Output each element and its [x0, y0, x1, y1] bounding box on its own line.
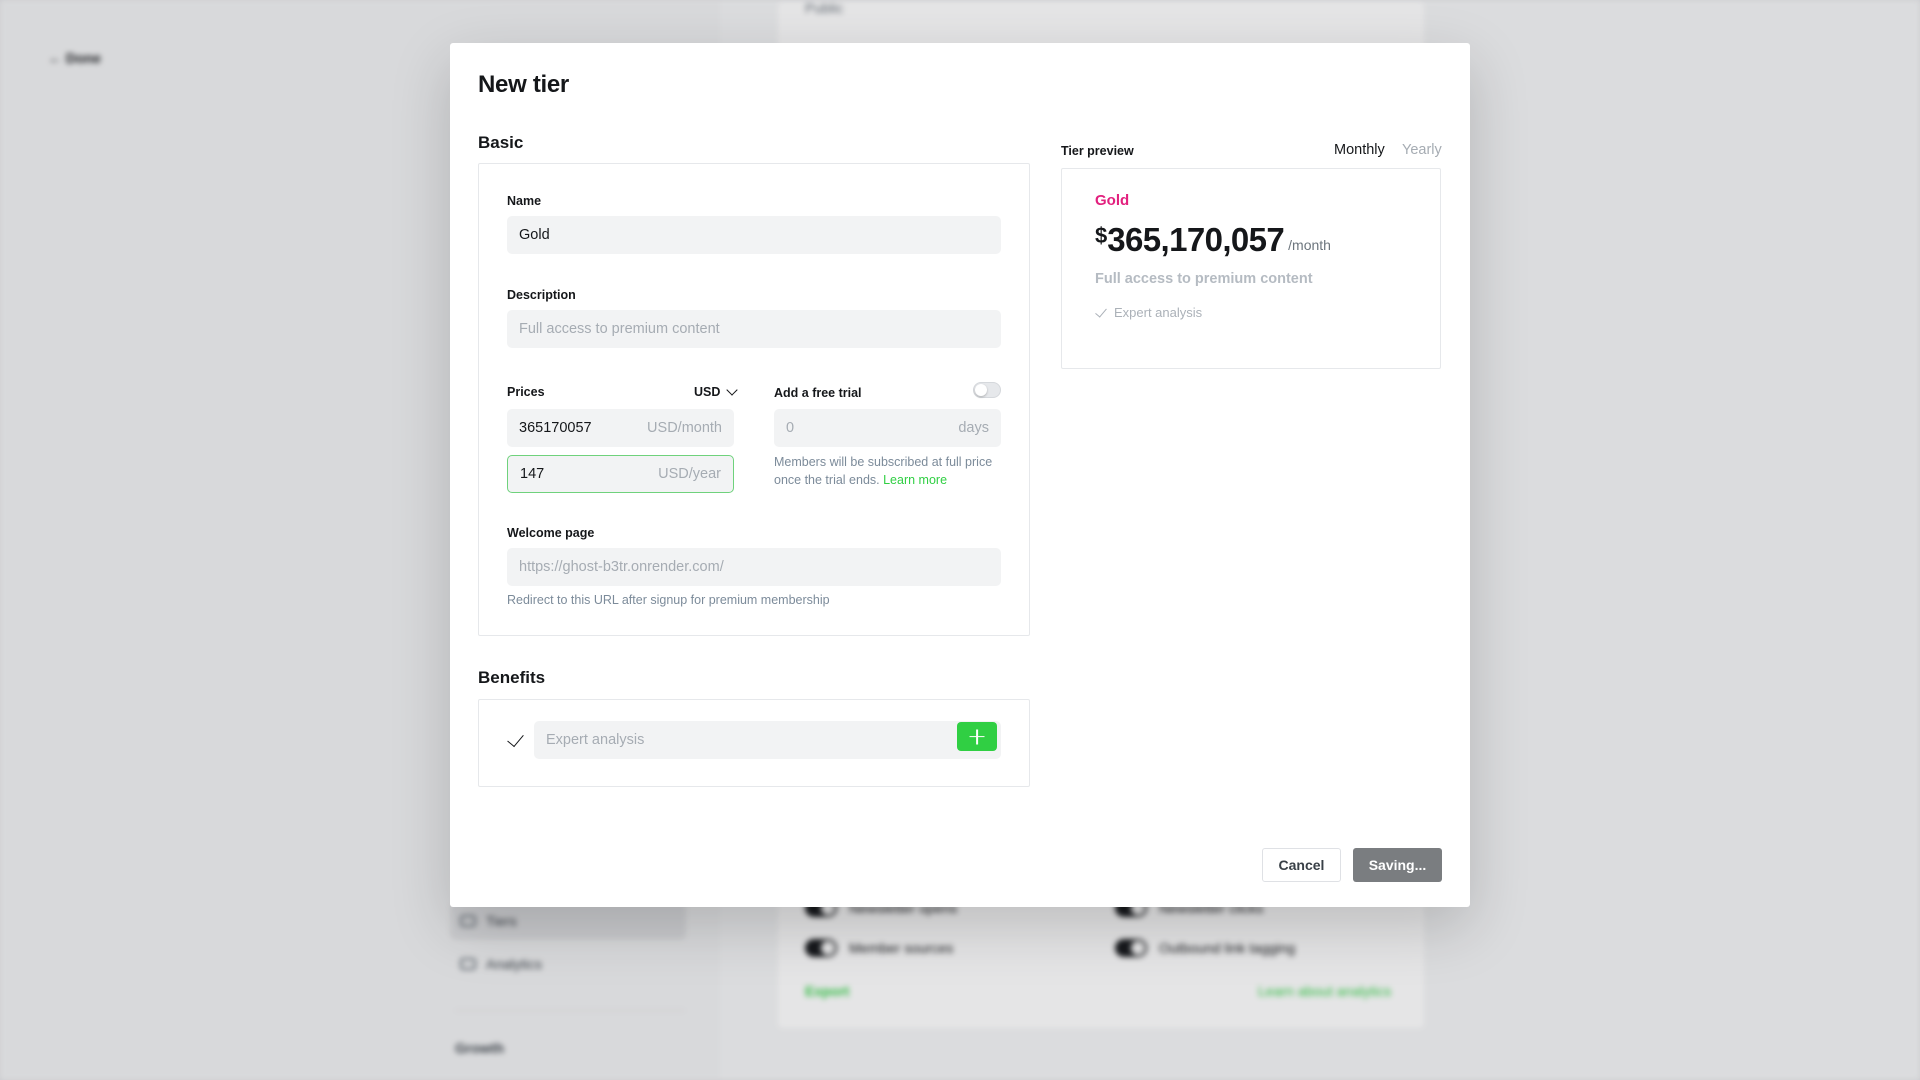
- name-input[interactable]: Gold: [507, 216, 1001, 254]
- preview-benefit-label: Expert analysis: [1114, 305, 1203, 320]
- add-benefit-button[interactable]: [957, 722, 997, 751]
- benefit-input[interactable]: Expert analysis: [534, 721, 1001, 759]
- currency-select[interactable]: USD: [694, 384, 739, 399]
- preview-amount: 365,170,057: [1107, 221, 1285, 258]
- free-trial-label: Add a free trial: [774, 386, 862, 400]
- monthly-price-input[interactable]: 365170057 USD/month: [507, 409, 734, 447]
- save-button[interactable]: Saving...: [1353, 848, 1442, 882]
- check-icon: [1095, 304, 1107, 318]
- trial-hint: Members will be subscribed at full price…: [774, 453, 1004, 489]
- yearly-price-input[interactable]: 147 USD/year: [507, 455, 734, 493]
- preview-price: $ 365,170,057 /month: [1095, 221, 1331, 259]
- tier-preview-card: Gold $ 365,170,057 /month Full access to…: [1061, 168, 1441, 369]
- welcome-page-hint: Redirect to this URL after signup for pr…: [507, 593, 830, 607]
- name-label: Name: [507, 194, 542, 208]
- yearly-price-value: 147: [520, 466, 545, 482]
- trial-days-placeholder: 0: [786, 420, 795, 436]
- new-tier-modal: New tier Basic Name Gold Description Ful…: [450, 43, 1470, 907]
- welcome-page-label: Welcome page: [507, 526, 595, 540]
- currency-value: USD: [694, 385, 721, 399]
- welcome-page-placeholder: https://ghost-b3tr.onrender.com/: [519, 559, 724, 575]
- monthly-price-unit: USD/month: [647, 420, 722, 436]
- tab-monthly[interactable]: Monthly: [1334, 142, 1385, 158]
- check-icon: [507, 729, 524, 748]
- tier-preview-label: Tier preview: [1061, 144, 1134, 158]
- name-value: Gold: [519, 227, 550, 243]
- learn-more-link[interactable]: Learn more: [883, 473, 947, 487]
- basic-panel: Name Gold Description Full access to pre…: [478, 163, 1030, 636]
- trial-days-input[interactable]: 0 days: [774, 409, 1001, 447]
- preview-period: /month: [1288, 237, 1331, 253]
- benefits-section-title: Benefits: [478, 668, 546, 687]
- basic-section-title: Basic: [478, 133, 524, 152]
- description-input[interactable]: Full access to premium content: [507, 310, 1001, 348]
- tab-yearly[interactable]: Yearly: [1402, 142, 1442, 158]
- preview-benefit: Expert analysis: [1095, 304, 1203, 320]
- preview-description: Full access to premium content: [1095, 271, 1313, 287]
- description-label: Description: [507, 288, 576, 302]
- yearly-price-unit: USD/year: [658, 466, 721, 482]
- benefits-panel: Expert analysis: [478, 699, 1030, 787]
- chevron-down-icon: [726, 384, 739, 396]
- welcome-page-input[interactable]: https://ghost-b3tr.onrender.com/: [507, 548, 1001, 586]
- prices-label: Prices: [507, 385, 545, 399]
- benefit-placeholder: Expert analysis: [546, 732, 645, 748]
- monthly-price-value: 365170057: [519, 420, 592, 436]
- preview-tier-name: Gold: [1095, 192, 1130, 209]
- modal-title: New tier: [478, 71, 569, 98]
- free-trial-toggle[interactable]: [973, 382, 1001, 398]
- trial-days-unit: days: [958, 420, 989, 436]
- cancel-button[interactable]: Cancel: [1262, 848, 1341, 882]
- preview-currency-symbol: $: [1095, 223, 1108, 248]
- description-placeholder: Full access to premium content: [519, 321, 720, 337]
